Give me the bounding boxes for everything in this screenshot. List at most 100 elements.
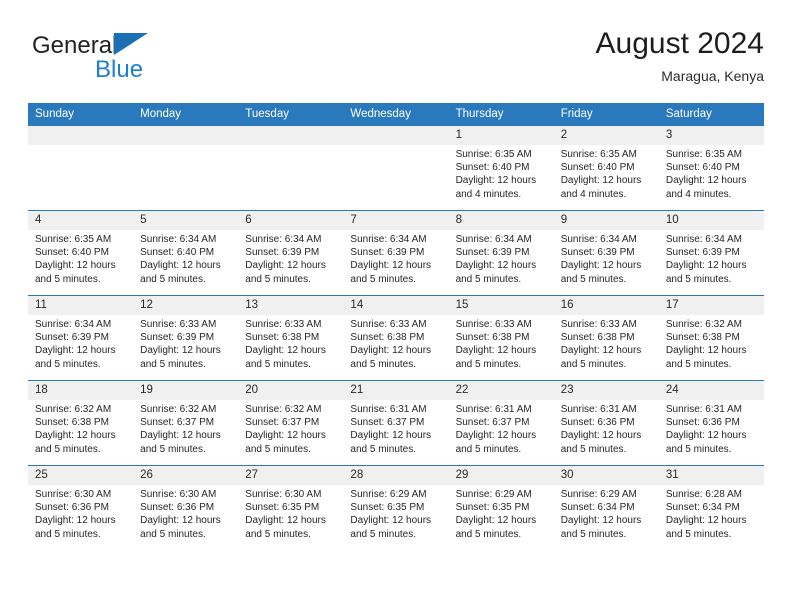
weekday-header-thursday: Thursday bbox=[448, 103, 554, 126]
day-details: Sunrise: 6:34 AM Sunset: 6:39 PM Daylight:… bbox=[659, 230, 764, 286]
calendar-day-cell[interactable]: 2 Sunrise: 6:35 AM Sunset: 6:40 PM Daylight… bbox=[553, 125, 659, 211]
daylight-text-line2: and 4 minutes. bbox=[560, 188, 627, 200]
calendar-day-cell[interactable]: 27 Sunrise: 6:30 AM Sunset: 6:35 PM Dayligh… bbox=[238, 465, 344, 550]
calendar-day-cell[interactable]: 13 Sunrise: 6:33 AM Sunset: 6:38 PM Dayligh… bbox=[238, 295, 344, 381]
calendar-day-cell[interactable]: 22 Sunrise: 6:31 AM Sunset: 6:37 PM Dayligh… bbox=[448, 380, 554, 466]
day-details: Sunrise: 6:32 AM Sunset: 6:37 PM Daylight:… bbox=[133, 400, 238, 456]
day-details: Sunrise: 6:33 AM Sunset: 6:38 PM Daylight:… bbox=[238, 315, 343, 371]
sunrise-text: Sunrise: 6:34 AM bbox=[350, 234, 427, 245]
sunset-text: Sunset: 6:34 PM bbox=[665, 502, 740, 514]
page-title: August 2024 bbox=[595, 27, 764, 60]
calendar-day-cell[interactable]: 24 Sunrise: 6:31 AM Sunset: 6:36 PM Dayligh… bbox=[658, 380, 764, 466]
calendar-day-cell[interactable]: 21 Sunrise: 6:31 AM Sunset: 6:37 PM Dayligh… bbox=[343, 380, 449, 466]
day-details: Sunrise: 6:35 AM Sunset: 6:40 PM Daylight:… bbox=[28, 230, 133, 286]
sunrise-text: Sunrise: 6:31 AM bbox=[665, 404, 742, 415]
daylight-text-line2: and 5 minutes. bbox=[560, 358, 627, 370]
calendar-day-cell[interactable]: 6 Sunrise: 6:34 AM Sunset: 6:39 PM Daylight… bbox=[238, 210, 344, 296]
daylight-text-line1: Daylight: 12 hours bbox=[140, 515, 221, 527]
day-details: Sunrise: 6:30 AM Sunset: 6:36 PM Daylight:… bbox=[133, 485, 238, 541]
calendar-day-cell[interactable]: 10 Sunrise: 6:34 AM Sunset: 6:39 PM Dayligh… bbox=[658, 210, 764, 296]
daylight-text-line2: and 5 minutes. bbox=[560, 273, 627, 285]
daylight-text-line1: Daylight: 12 hours bbox=[140, 430, 221, 442]
day-details: Sunrise: 6:34 AM Sunset: 6:39 PM Daylight:… bbox=[554, 230, 659, 286]
page-subtitle: Maragua, Kenya bbox=[661, 68, 764, 84]
calendar-cell-empty bbox=[238, 125, 344, 211]
calendar-day-cell[interactable]: 12 Sunrise: 6:33 AM Sunset: 6:39 PM Dayligh… bbox=[133, 295, 239, 381]
calendar-day-cell[interactable]: 28 Sunrise: 6:29 AM Sunset: 6:35 PM Dayligh… bbox=[343, 465, 449, 550]
day-details: Sunrise: 6:34 AM Sunset: 6:39 PM Daylight:… bbox=[238, 230, 343, 286]
sunrise-text: Sunrise: 6:30 AM bbox=[35, 489, 112, 500]
daylight-text-line2: and 5 minutes. bbox=[560, 528, 627, 540]
day-details: Sunrise: 6:30 AM Sunset: 6:36 PM Daylight:… bbox=[28, 485, 133, 541]
daylight-text-line1: Daylight: 12 hours bbox=[35, 515, 116, 527]
sunset-text: Sunset: 6:37 PM bbox=[455, 417, 530, 429]
calendar-day-cell[interactable]: 9 Sunrise: 6:34 AM Sunset: 6:39 PM Daylight… bbox=[553, 210, 659, 296]
sunrise-text: Sunrise: 6:32 AM bbox=[665, 319, 742, 330]
day-details: Sunrise: 6:32 AM Sunset: 6:38 PM Daylight:… bbox=[659, 315, 764, 371]
daylight-text-line1: Daylight: 12 hours bbox=[455, 430, 537, 442]
sunrise-text: Sunrise: 6:32 AM bbox=[140, 404, 217, 415]
day-number: 31 bbox=[658, 466, 764, 485]
calendar-cell-empty bbox=[28, 125, 134, 211]
day-details: Sunrise: 6:35 AM Sunset: 6:40 PM Daylight:… bbox=[449, 145, 554, 201]
day-number: 23 bbox=[553, 381, 659, 400]
daylight-text-line1: Daylight: 12 hours bbox=[35, 260, 116, 272]
daylight-text-line1: Daylight: 12 hours bbox=[350, 430, 432, 442]
daylight-text-line2: and 5 minutes. bbox=[560, 443, 627, 455]
weekday-header-saturday: Saturday bbox=[658, 103, 764, 126]
sunset-text: Sunset: 6:36 PM bbox=[560, 417, 635, 429]
calendar-week-row: 11 Sunrise: 6:34 AM Sunset: 6:39 PM Dayligh… bbox=[28, 295, 764, 381]
calendar-day-cell[interactable]: 25 Sunrise: 6:30 AM Sunset: 6:36 PM Dayligh… bbox=[28, 465, 134, 550]
calendar-day-cell[interactable]: 19 Sunrise: 6:32 AM Sunset: 6:37 PM Dayligh… bbox=[133, 380, 239, 466]
daylight-text-line2: and 5 minutes. bbox=[35, 273, 101, 285]
calendar-day-cell[interactable]: 17 Sunrise: 6:32 AM Sunset: 6:38 PM Dayligh… bbox=[658, 295, 764, 381]
page-header: General Blue August 2024 Maragua, Kenya bbox=[28, 26, 764, 92]
sunset-text: Sunset: 6:40 PM bbox=[140, 247, 215, 259]
calendar-day-cell[interactable]: 29 Sunrise: 6:29 AM Sunset: 6:35 PM Dayligh… bbox=[448, 465, 554, 550]
calendar-day-cell[interactable]: 8 Sunrise: 6:34 AM Sunset: 6:39 PM Daylight… bbox=[448, 210, 554, 296]
calendar-day-cell[interactable]: 3 Sunrise: 6:35 AM Sunset: 6:40 PM Daylight… bbox=[658, 125, 764, 211]
calendar-day-cell[interactable]: 11 Sunrise: 6:34 AM Sunset: 6:39 PM Dayligh… bbox=[28, 295, 134, 381]
daylight-text-line2: and 5 minutes. bbox=[245, 443, 311, 455]
calendar-day-cell[interactable]: 5 Sunrise: 6:34 AM Sunset: 6:40 PM Daylight… bbox=[133, 210, 239, 296]
calendar-day-cell[interactable]: 18 Sunrise: 6:32 AM Sunset: 6:38 PM Dayligh… bbox=[28, 380, 134, 466]
sunrise-text: Sunrise: 6:33 AM bbox=[455, 319, 532, 330]
sunset-text: Sunset: 6:40 PM bbox=[665, 162, 740, 174]
daylight-text-line1: Daylight: 12 hours bbox=[665, 260, 747, 272]
daylight-text-line1: Daylight: 12 hours bbox=[455, 515, 537, 527]
daylight-text-line2: and 5 minutes. bbox=[350, 273, 417, 285]
calendar-day-cell[interactable]: 4 Sunrise: 6:35 AM Sunset: 6:40 PM Daylight… bbox=[28, 210, 134, 296]
sunset-text: Sunset: 6:40 PM bbox=[560, 162, 635, 174]
day-details: Sunrise: 6:31 AM Sunset: 6:36 PM Daylight:… bbox=[659, 400, 764, 456]
daylight-text-line2: and 5 minutes. bbox=[665, 443, 732, 455]
brand-logo[interactable]: General Blue bbox=[32, 32, 222, 90]
sunset-text: Sunset: 6:40 PM bbox=[35, 247, 109, 259]
calendar-day-cell[interactable]: 31 Sunrise: 6:28 AM Sunset: 6:34 PM Dayligh… bbox=[658, 465, 764, 550]
calendar-day-cell[interactable]: 23 Sunrise: 6:31 AM Sunset: 6:36 PM Dayligh… bbox=[553, 380, 659, 466]
day-number: 14 bbox=[343, 296, 449, 315]
daylight-text-line2: and 5 minutes. bbox=[455, 443, 522, 455]
daylight-text-line2: and 5 minutes. bbox=[455, 528, 522, 540]
daylight-text-line2: and 5 minutes. bbox=[245, 273, 311, 285]
sunset-text: Sunset: 6:36 PM bbox=[140, 502, 215, 514]
day-number bbox=[343, 126, 449, 145]
calendar-day-cell[interactable]: 16 Sunrise: 6:33 AM Sunset: 6:38 PM Dayligh… bbox=[553, 295, 659, 381]
calendar-day-cell[interactable]: 26 Sunrise: 6:30 AM Sunset: 6:36 PM Dayligh… bbox=[133, 465, 239, 550]
sunset-text: Sunset: 6:36 PM bbox=[665, 417, 740, 429]
calendar-day-cell[interactable]: 7 Sunrise: 6:34 AM Sunset: 6:39 PM Daylight… bbox=[343, 210, 449, 296]
daylight-text-line2: and 5 minutes. bbox=[350, 443, 417, 455]
calendar-day-cell[interactable]: 20 Sunrise: 6:32 AM Sunset: 6:37 PM Dayligh… bbox=[238, 380, 344, 466]
day-number: 30 bbox=[553, 466, 659, 485]
daylight-text-line1: Daylight: 12 hours bbox=[455, 345, 537, 357]
daylight-text-line2: and 5 minutes. bbox=[140, 358, 206, 370]
daylight-text-line1: Daylight: 12 hours bbox=[455, 260, 537, 272]
sunset-text: Sunset: 6:34 PM bbox=[560, 502, 635, 514]
calendar-day-cell[interactable]: 15 Sunrise: 6:33 AM Sunset: 6:38 PM Dayligh… bbox=[448, 295, 554, 381]
sunrise-text: Sunrise: 6:35 AM bbox=[560, 149, 637, 160]
sunset-text: Sunset: 6:37 PM bbox=[140, 417, 215, 429]
calendar-day-cell[interactable]: 1 Sunrise: 6:35 AM Sunset: 6:40 PM Daylight… bbox=[448, 125, 554, 211]
sunset-text: Sunset: 6:38 PM bbox=[350, 332, 425, 344]
day-number: 15 bbox=[448, 296, 554, 315]
calendar-day-cell[interactable]: 30 Sunrise: 6:29 AM Sunset: 6:34 PM Dayligh… bbox=[553, 465, 659, 550]
calendar-day-cell[interactable]: 14 Sunrise: 6:33 AM Sunset: 6:38 PM Dayligh… bbox=[343, 295, 449, 381]
